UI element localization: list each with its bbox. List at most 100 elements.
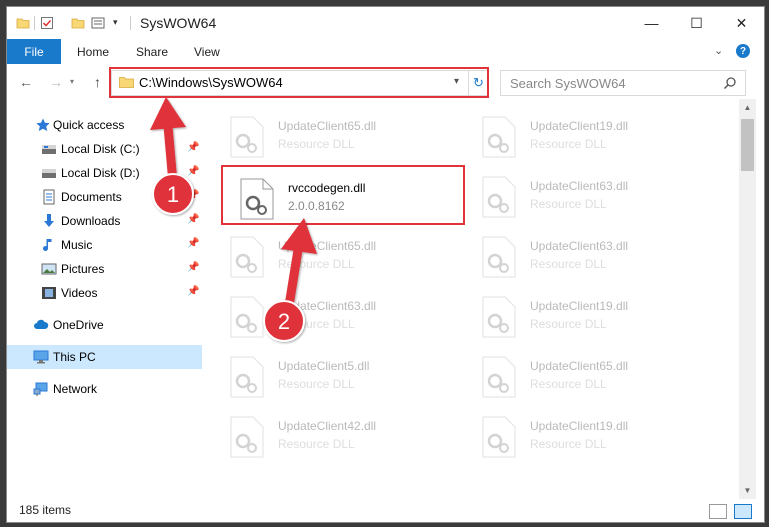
sidebar-item-downloads[interactable]: Downloads 📌 <box>7 209 202 233</box>
drive-icon <box>42 145 56 154</box>
pictures-icon <box>41 263 57 275</box>
folder-icon[interactable] <box>16 16 30 30</box>
window-title: SysWOW64 <box>140 15 217 31</box>
close-button[interactable]: ✕ <box>719 7 764 39</box>
file-name: UpdateClient19.dll <box>530 419 629 433</box>
sidebar-item-local-disk-c[interactable]: Local Disk (C:) 📌 <box>7 137 202 161</box>
file-item[interactable]: UpdateClient19.dll Resource DLL <box>475 409 700 465</box>
dll-file-icon <box>482 296 516 338</box>
toolbar-separator <box>130 16 131 30</box>
refresh-icon[interactable]: ↻ <box>468 71 488 95</box>
file-name: UpdateClient19.dll <box>530 299 629 313</box>
file-type: Resource DLL <box>278 317 355 331</box>
file-item[interactable]: UpdateClient19.dll Resource DLL <box>475 109 700 165</box>
pin-icon[interactable]: 📌 <box>187 142 199 153</box>
file-type: Resource DLL <box>530 257 607 271</box>
file-name: UpdateClient63.dll <box>530 179 629 193</box>
up-arrow-icon[interactable]: ↑ <box>94 74 101 90</box>
file-name: UpdateClient65.dll <box>278 239 377 253</box>
minimize-button[interactable]: — <box>629 7 674 39</box>
file-item[interactable]: UpdateClient63.dll Resource DLL <box>475 229 700 285</box>
back-arrow-icon[interactable]: ← <box>19 74 33 90</box>
tab-file[interactable]: File <box>7 39 61 64</box>
large-icons-view-icon[interactable] <box>734 504 752 519</box>
file-name: rvccodegen.dll <box>288 181 366 195</box>
sidebar-item-quick-access[interactable]: Quick access <box>7 113 202 137</box>
sidebar-item-pictures[interactable]: Pictures 📌 <box>7 257 202 281</box>
pin-icon[interactable]: 📌 <box>187 262 199 273</box>
file-item[interactable]: UpdateClient63.dll Resource DLL <box>475 169 700 225</box>
sidebar-item-onedrive[interactable]: OneDrive <box>7 313 202 337</box>
forward-arrow-icon[interactable]: → <box>49 74 63 90</box>
file-type: Resource DLL <box>530 197 607 211</box>
tab-view[interactable]: View <box>194 45 220 59</box>
sidebar-item-label: Local Disk (C:) <box>61 142 140 156</box>
sidebar-item-videos[interactable]: Videos 📌 <box>7 281 202 305</box>
search-input[interactable]: Search SysWOW64 <box>500 70 746 96</box>
help-icon[interactable]: ? <box>736 44 750 58</box>
vertical-scrollbar[interactable]: ▲ ▼ <box>739 99 756 499</box>
item-count: 185 items <box>19 503 72 517</box>
scrollbar-thumb[interactable] <box>741 119 754 171</box>
sidebar-item-documents[interactable]: Documents 📌 <box>7 185 202 209</box>
ribbon: File Home Share View ⌄ ? <box>7 39 764 66</box>
file-version: 2.0.0.8162 <box>288 199 345 213</box>
address-bar[interactable]: C:\Windows\SysWOW64 ▾ ↻ <box>111 70 488 96</box>
sidebar-item-this-pc[interactable]: This PC <box>7 345 202 369</box>
sidebar-item-label: Documents <box>61 190 122 204</box>
dll-file-icon <box>230 416 264 458</box>
search-icon[interactable] <box>723 76 737 90</box>
star-icon <box>36 118 50 131</box>
file-type: Resource DLL <box>530 437 607 451</box>
new-folder-icon[interactable] <box>71 16 85 30</box>
file-item[interactable]: UpdateClient19.dll Resource DLL <box>475 289 700 345</box>
address-dropdown-icon[interactable]: ▾ <box>454 76 459 87</box>
maximize-button[interactable]: ☐ <box>674 7 719 39</box>
tab-home[interactable]: Home <box>77 45 109 59</box>
pin-icon[interactable]: 📌 <box>187 190 199 201</box>
quick-access-dropdown-icon[interactable]: ▾ <box>113 17 127 31</box>
pin-icon[interactable]: 📌 <box>187 166 199 177</box>
file-item[interactable]: UpdateClient65.dll Resource DLL <box>223 109 448 165</box>
tab-share[interactable]: Share <box>136 45 168 59</box>
file-type: Resource DLL <box>278 377 355 391</box>
file-item[interactable]: UpdateClient63.dll Resource DLL <box>223 289 448 345</box>
sidebar-item-network[interactable]: Network <box>7 377 202 401</box>
pin-icon[interactable]: 📌 <box>187 214 199 225</box>
expand-ribbon-icon[interactable]: ⌄ <box>714 44 723 57</box>
toolbar-separator <box>34 16 35 30</box>
navigation-bar: ← → ▾ ↑ C:\Windows\SysWOW64 ▾ ↻ Search S… <box>7 65 764 99</box>
recent-locations-icon[interactable]: ▾ <box>70 77 74 86</box>
drive-icon <box>42 169 56 178</box>
properties-check-icon[interactable] <box>40 16 54 30</box>
file-type: Resource DLL <box>278 137 355 151</box>
sidebar-item-label: Music <box>61 238 93 252</box>
file-type: Resource DLL <box>530 317 607 331</box>
pin-icon[interactable]: 📌 <box>187 286 199 297</box>
sidebar-item-music[interactable]: Music 📌 <box>7 233 202 257</box>
file-name: UpdateClient65.dll <box>278 119 377 133</box>
sidebar-item-label: Downloads <box>61 214 121 228</box>
sidebar-item-label: This PC <box>53 350 96 364</box>
file-item-rvccodegen[interactable]: rvccodegen.dll 2.0.0.8162 <box>233 171 458 227</box>
videos-icon <box>42 287 56 299</box>
scroll-down-icon[interactable]: ▼ <box>739 482 756 499</box>
music-icon <box>43 239 52 251</box>
details-view-icon[interactable] <box>709 504 727 519</box>
scroll-up-icon[interactable]: ▲ <box>739 99 756 116</box>
file-item[interactable]: UpdateClient42.dll Resource DLL <box>223 409 448 465</box>
sidebar-item-local-disk-d[interactable]: Local Disk (D:) 📌 <box>7 161 202 185</box>
file-name: UpdateClient5.dll <box>278 359 370 373</box>
pin-icon[interactable]: 📌 <box>187 238 199 249</box>
file-type: Resource DLL <box>278 257 355 271</box>
file-name: UpdateClient63.dll <box>278 299 377 313</box>
file-item[interactable]: UpdateClient65.dll Resource DLL <box>475 349 700 405</box>
customize-icon[interactable] <box>91 16 105 30</box>
address-path[interactable]: C:\Windows\SysWOW64 <box>139 75 283 90</box>
file-item[interactable]: UpdateClient5.dll Resource DLL <box>223 349 448 405</box>
status-bar: 185 items <box>7 499 764 522</box>
network-icon <box>33 382 48 396</box>
dll-file-icon <box>482 416 516 458</box>
file-item[interactable]: UpdateClient65.dll Resource DLL <box>223 229 448 285</box>
sidebar-item-label: Network <box>53 382 98 396</box>
